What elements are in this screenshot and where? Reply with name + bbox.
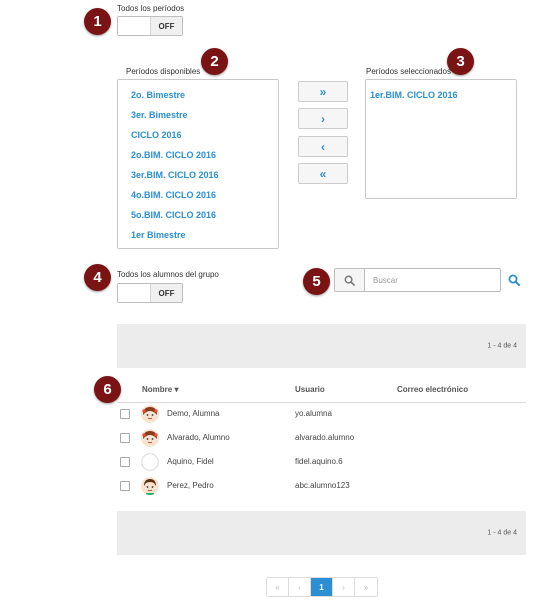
first-page-button[interactable]: « (267, 578, 289, 596)
toggle-knob (118, 17, 151, 35)
table-row: Demo, Alumna yo.alumna (117, 403, 526, 427)
available-period-option[interactable]: 4o.BIM. CICLO 2016 (118, 185, 278, 205)
search-input[interactable] (365, 269, 500, 291)
row-checkbox[interactable] (120, 481, 130, 491)
step-badge-1: 1 (84, 8, 111, 35)
step-badge-4: 4 (84, 264, 111, 291)
student-name: Aquino, Fidel (167, 457, 214, 466)
next-page-button[interactable]: › (333, 578, 355, 596)
girl-avatar (141, 405, 159, 423)
table-header: Nombre ▾ Usuario Correo electrónico (117, 378, 526, 403)
student-name: Alvarado, Alumno (167, 433, 230, 442)
student-username: abc.alumno123 (295, 481, 350, 490)
toggle-knob (118, 284, 151, 302)
last-page-button[interactable]: » (355, 578, 377, 596)
row-checkbox[interactable] (120, 457, 130, 467)
row-checkbox[interactable] (120, 433, 130, 443)
all-students-label: Todos los alumnos del grupo (117, 270, 219, 279)
available-periods-list[interactable]: 2o. Bimestre 3er. Bimestre CICLO 2016 2o… (117, 79, 279, 249)
all-students-toggle[interactable]: OFF (117, 283, 183, 303)
student-username: fidel.aquino.6 (295, 457, 343, 466)
available-period-option[interactable]: 5o.BIM. CICLO 2016 (118, 205, 278, 225)
add-all-button[interactable]: » (298, 81, 348, 102)
search-icon[interactable] (335, 269, 365, 291)
available-period-option[interactable]: 2o. Bimestre (118, 85, 278, 105)
student-username: alvarado.alumno (295, 433, 355, 442)
prev-page-button[interactable]: ‹ (289, 578, 311, 596)
available-period-option[interactable]: 1er Bimestre (118, 225, 278, 245)
pagination: « ‹ 1 › » (266, 577, 378, 597)
selected-periods-label: Períodos seleccionados (366, 67, 451, 76)
column-name[interactable]: Nombre ▾ (142, 385, 178, 394)
zoom-icon[interactable] (508, 274, 520, 286)
available-period-option[interactable]: 3er.BIM. CICLO 2016 (118, 165, 278, 185)
toggle-state: OFF (151, 17, 182, 35)
available-period-option[interactable]: 2o.BIM. CICLO 2016 (118, 145, 278, 165)
all-periods-label: Todos los períodos (117, 4, 185, 13)
available-period-option[interactable]: 3er. Bimestre (118, 105, 278, 125)
student-username: yo.alumna (295, 409, 332, 418)
column-user: Usuario (295, 385, 325, 394)
remove-all-button[interactable]: « (298, 163, 348, 184)
step-badge-2: 2 (201, 48, 228, 75)
selected-period-option[interactable]: 1er.BIM. CICLO 2016 (366, 85, 516, 105)
selected-periods-list[interactable]: 1er.BIM. CICLO 2016 (365, 79, 517, 199)
page-button-current[interactable]: 1 (311, 578, 333, 596)
results-count: 1 - 4 de 4 (487, 529, 517, 537)
table-row: Aquino, Fidel fidel.aquino.6 (117, 451, 526, 475)
row-checkbox[interactable] (120, 409, 130, 419)
column-email: Correo electrónico (397, 385, 469, 394)
all-periods-toggle[interactable]: OFF (117, 16, 183, 36)
remove-selected-button[interactable]: ‹ (298, 136, 348, 157)
results-count: 1 - 4 de 4 (487, 342, 517, 350)
toggle-state: OFF (151, 284, 182, 302)
step-badge-5: 5 (303, 268, 330, 295)
empty-avatar (141, 453, 159, 471)
table-row: Perez, Pedro abc.alumno123 (117, 475, 526, 499)
available-periods-label: Períodos disponibles (126, 67, 201, 76)
results-bar-top: 1 - 4 de 4 (117, 324, 526, 368)
girl-avatar (141, 429, 159, 447)
student-name: Perez, Pedro (167, 481, 214, 490)
table-row: Alvarado, Alumno alvarado.alumno (117, 427, 526, 451)
boy-avatar (141, 477, 159, 495)
available-period-option[interactable]: CICLO 2016 (118, 125, 278, 145)
add-selected-button[interactable]: › (298, 108, 348, 129)
student-name: Demo, Alumna (167, 409, 220, 418)
search-box (334, 268, 501, 292)
results-bar-bottom: 1 - 4 de 4 (117, 511, 526, 555)
step-badge-3: 3 (447, 48, 474, 75)
